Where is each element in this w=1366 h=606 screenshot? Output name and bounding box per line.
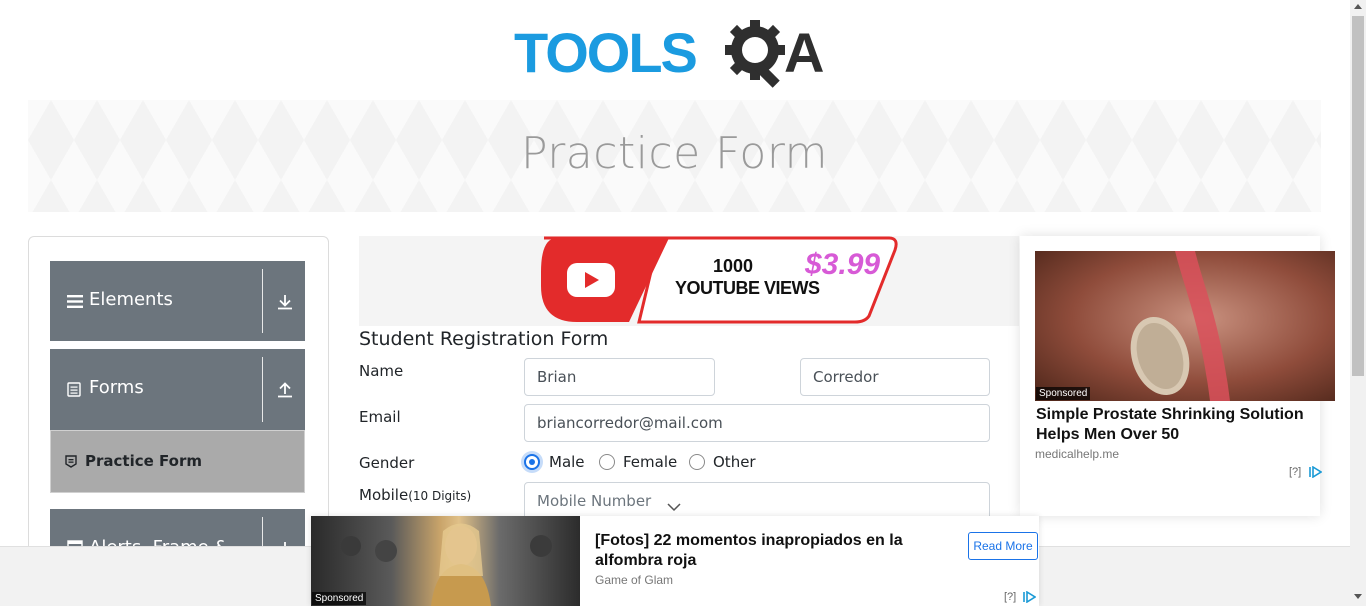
page-banner: Practice Form [28, 100, 1321, 212]
sponsored-tag: Sponsored [1036, 387, 1091, 400]
scroll-up-arrow-icon[interactable] [1354, 4, 1362, 9]
read-more-button[interactable]: Read More [968, 532, 1038, 560]
gear-magnifier-icon [725, 20, 785, 88]
adchoices-icon[interactable] [1308, 466, 1322, 478]
form-icon [65, 455, 77, 468]
gender-other-radio[interactable] [689, 454, 705, 470]
sidebar-group-label: Forms [89, 377, 144, 398]
ad-image: Sponsored [311, 516, 580, 606]
email-label: Email [359, 408, 401, 426]
mobile-label: Mobile(10 Digits) [359, 486, 471, 504]
ad-headline[interactable]: Simple Prostate Shrinking Solution Helps… [1036, 405, 1321, 445]
adchoices-icon[interactable] [1022, 591, 1036, 603]
ad-illustration [1130, 251, 1230, 401]
toolsqa-logo[interactable]: TOOLS A [514, 16, 844, 92]
hamburger-icon [67, 295, 83, 308]
upload-arrow-icon[interactable] [275, 380, 295, 400]
sidebar-group-label: Elements [89, 289, 173, 310]
logo-suffix: A [784, 21, 825, 84]
gender-label: Gender [359, 454, 415, 472]
sidebar-item-practice-form[interactable]: Practice Form [50, 430, 305, 493]
ad-line-1: 1000 [713, 256, 754, 276]
scroll-down-arrow-icon[interactable] [1354, 594, 1362, 599]
mobile-input[interactable] [524, 482, 990, 520]
red-carpet-ad[interactable]: Sponsored [Fotos] 22 momentos inapropiad… [311, 516, 1039, 606]
download-arrow-icon[interactable] [275, 292, 295, 312]
sponsored-tag: Sponsored [312, 592, 367, 605]
page: TOOLS A Practice Form Elements Forms Pra… [0, 0, 1366, 606]
ad-line-2: YOUTUBE VIEWS [675, 278, 820, 298]
gender-female-label[interactable]: Female [623, 453, 677, 471]
mobile-hint: (10 Digits) [408, 489, 472, 503]
ad-headline[interactable]: [Fotos] 22 momentos inapropiados en la a… [595, 531, 935, 571]
last-name-input[interactable] [800, 358, 990, 396]
ad-image: Sponsored [1035, 251, 1335, 401]
gender-other-label[interactable]: Other [713, 453, 756, 471]
vertical-scrollbar[interactable] [1350, 0, 1366, 606]
ad-info-link[interactable]: [?] [1289, 466, 1301, 478]
divider [262, 269, 263, 333]
scroll-thumb[interactable] [1352, 16, 1364, 376]
ad-source: medicalhelp.me [1035, 447, 1120, 461]
form-title: Student Registration Form [359, 328, 609, 350]
mobile-label-text: Mobile [359, 486, 409, 504]
chevron-down-icon [667, 503, 681, 512]
prostate-ad[interactable]: Sponsored Simple Prostate Shrinking Solu… [1020, 236, 1335, 516]
first-name-input[interactable] [524, 358, 715, 396]
youtube-views-ad[interactable]: 1000 YOUTUBE VIEWS $3.99 [359, 236, 1019, 326]
logo-text: TOOLS [514, 21, 698, 84]
sidebar-item-label: Practice Form [85, 452, 202, 470]
divider [262, 357, 263, 422]
ad-source: Game of Glam [595, 573, 674, 587]
ad-price: $3.99 [805, 248, 881, 281]
gender-female-radio[interactable] [599, 454, 615, 470]
email-input[interactable] [524, 404, 990, 442]
sidebar-group-forms[interactable]: Forms [50, 349, 305, 430]
gender-male-label[interactable]: Male [549, 453, 585, 471]
sidebar-group-elements[interactable]: Elements [50, 261, 305, 341]
document-icon [67, 382, 81, 397]
sidebar: Elements Forms Practice Form [28, 236, 329, 556]
name-label: Name [359, 362, 404, 380]
ad-info-link[interactable]: [?] [1004, 591, 1016, 603]
gender-male-radio[interactable] [524, 454, 540, 470]
page-title: Practice Form [520, 128, 829, 179]
